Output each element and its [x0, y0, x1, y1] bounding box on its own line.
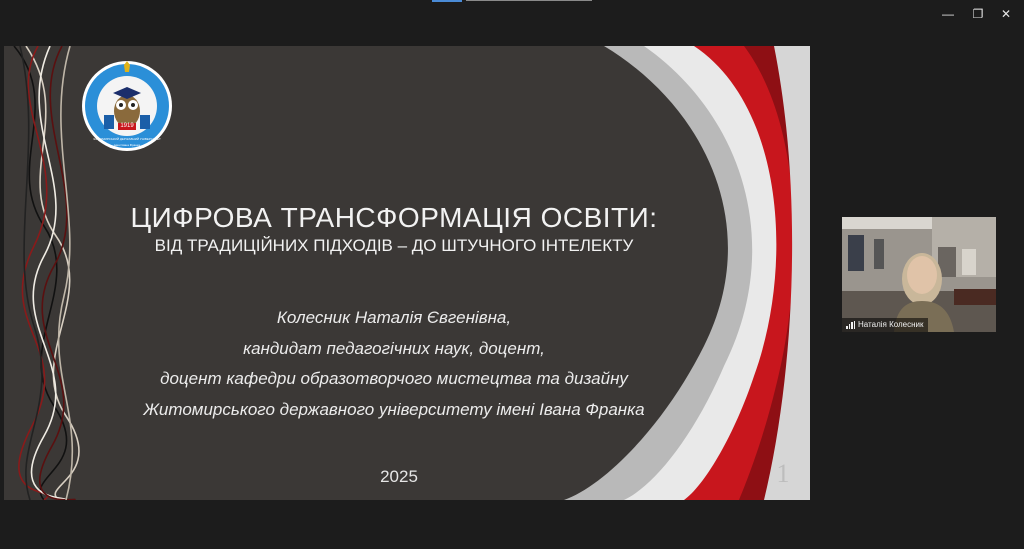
- author-university: Житомирського державного університету ім…: [143, 399, 645, 419]
- shared-slide: 1919 ЖИТОМИРСЬКИЙ ДЕРЖАВНИЙ УНІВЕРСИТЕТ …: [4, 46, 810, 500]
- author-position: доцент кафедри образотворчого мистецтва …: [160, 369, 628, 388]
- logo-year-text: 1919: [120, 123, 134, 129]
- university-logo: 1919 ЖИТОМИРСЬКИЙ ДЕРЖАВНИЙ УНІВЕРСИТЕТ …: [80, 59, 174, 153]
- close-button[interactable]: ✕: [996, 6, 1016, 22]
- slide-title: ЦИФРОВА ТРАНСФОРМАЦІЯ ОСВІТИ:: [130, 202, 658, 233]
- signal-bars-icon: [846, 321, 855, 329]
- slide-year: 2025: [380, 467, 418, 486]
- participant-name-label: Наталія Колесник: [842, 318, 928, 332]
- slide-page-number: 1: [776, 459, 790, 488]
- titlebar-accent: [432, 0, 462, 2]
- titlebar-accent-line: [466, 0, 592, 1]
- author-degree: кандидат педагогічних наук, доцент,: [243, 338, 545, 358]
- participant-name: Наталія Колесник: [858, 320, 924, 329]
- window-titlebar: — ❐ ✕: [0, 0, 1024, 30]
- logo-ring-text-top: ЖИТОМИРСЬКИЙ ДЕРЖАВНИЙ УНІВЕРСИТЕТ: [93, 137, 161, 141]
- minimize-button[interactable]: —: [938, 6, 958, 22]
- slide-subtitle: ВІД ТРАДИЦІЙНИХ ПІДХОДІВ – ДО ШТУЧНОГО І…: [154, 236, 634, 255]
- logo-ring-text-bottom: імені Івана Франка: [113, 143, 141, 147]
- participant-video-tile[interactable]: Наталія Колесник: [842, 217, 996, 332]
- restore-button[interactable]: ❐: [968, 6, 988, 22]
- author-info: Колесник Наталія Євгенівна, кандидат пед…: [74, 303, 714, 425]
- author-name: Колесник Наталія Євгенівна,: [276, 308, 512, 327]
- participant-video-feed: [842, 217, 996, 332]
